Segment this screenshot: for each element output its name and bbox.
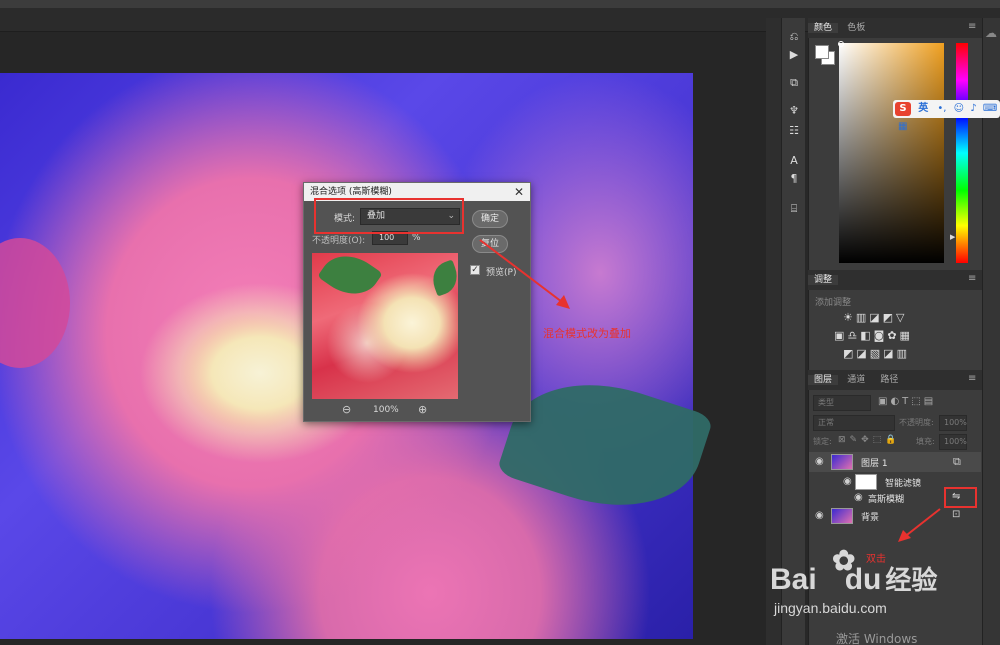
character-icon[interactable]: A (787, 154, 801, 168)
hue-slider[interactable] (956, 43, 968, 263)
watermark-brand: Bai (770, 563, 817, 596)
visibility-eye-icon[interactable]: ◉ (843, 476, 852, 487)
layer-name: 高斯模糊 (868, 495, 905, 505)
close-icon[interactable]: ✕ (514, 183, 524, 201)
ime-toolbar[interactable]: S 英 •, ☺ ♪ ⌨ ▦ (893, 100, 1000, 132)
adjustment-icons-row-3[interactable]: ◩◪▧◪▥ (843, 347, 910, 360)
annotation-box-filter-options (944, 487, 977, 508)
color-field[interactable] (839, 43, 944, 263)
layer-kind-label: 类型 (818, 398, 834, 407)
sogou-logo-icon: S (895, 102, 911, 116)
tab-channels[interactable]: 通道 (841, 375, 871, 385)
layer-fill-value: 100% (944, 437, 967, 446)
visibility-eye-icon[interactable]: ◉ (815, 510, 824, 521)
cloud-icon[interactable]: ☁ (985, 26, 997, 40)
layer-opacity-input[interactable]: 100% (939, 415, 967, 431)
brush-icon[interactable]: ♆ (787, 104, 801, 118)
hue-slider-handle[interactable]: ▶ (950, 233, 955, 241)
layer-name: 图层 1 (861, 459, 888, 469)
opacity-unit: % (412, 233, 421, 243)
punctuation-icon[interactable]: •, (937, 103, 946, 114)
watermark-brand-cn: 经验 (885, 565, 938, 595)
glyphs-icon[interactable]: ⌸ (787, 202, 801, 216)
layer-name: 背景 (861, 513, 880, 523)
ok-button[interactable]: 确定 (472, 210, 508, 228)
annotation-mode-note: 混合模式改为叠加 (543, 327, 631, 340)
properties-icon[interactable]: ☷ (787, 124, 801, 138)
layer-fill-input[interactable]: 100% (939, 434, 967, 450)
layer-opacity-value: 100% (944, 418, 967, 427)
ime-language[interactable]: 英 (918, 103, 928, 114)
toolbox-icon[interactable]: ▦ (898, 121, 907, 132)
emoji-icon[interactable]: ☺ (954, 103, 964, 114)
color-panel-tabs: 颜色 色板 (808, 18, 982, 38)
microphone-icon[interactable]: ♪ (970, 103, 976, 114)
tab-layers[interactable]: 图层 (808, 375, 839, 385)
dock-divider (766, 18, 781, 645)
zoom-in-icon[interactable]: ⊕ (418, 403, 427, 416)
history-icon[interactable]: ⎌ (787, 30, 801, 44)
adjustment-icons-row-2[interactable]: ▣♎◧◙✿▦ (834, 329, 913, 342)
flower-bud-shape (0, 238, 70, 368)
panel-menu-icon[interactable]: ≡ (968, 273, 976, 284)
layers-panel-tabs: 图层 通道 路径 (808, 370, 982, 390)
adjustments-hint: 添加调整 (815, 298, 852, 308)
layer-name: 智能滤镜 (885, 479, 922, 489)
opacity-value: 100 (379, 233, 395, 242)
preview-leaf-shape (317, 253, 383, 307)
annotation-arrow (898, 508, 941, 542)
panel-menu-icon[interactable]: ≡ (968, 21, 976, 32)
opacity-label: 不透明度(O): (312, 236, 366, 246)
foreground-color-swatch[interactable] (815, 45, 829, 59)
zoom-level: 100% (373, 405, 399, 415)
layer-row[interactable]: ◉ 图层 1 ⧉ (809, 452, 981, 472)
lock-icons[interactable]: ⊠✎✥⬚🔒 (838, 435, 900, 445)
blend-mode-select[interactable]: 正常 (813, 415, 895, 431)
tab-swatches[interactable]: 色板 (841, 23, 871, 33)
annotation-box-mode (314, 198, 464, 234)
clone-source-icon[interactable]: ⧉ (787, 76, 801, 90)
adjustments-panel-tabs: 调整 (808, 270, 982, 290)
paragraph-icon[interactable]: ¶ (787, 172, 801, 186)
layer-kind-filter[interactable]: 类型 (813, 395, 871, 411)
layer-thumbnail (831, 454, 853, 470)
panel-menu-icon[interactable]: ≡ (968, 373, 976, 384)
tab-paths[interactable]: 路径 (874, 375, 904, 385)
preview-leaf-shape (427, 259, 458, 297)
layer-thumbnail (831, 508, 853, 524)
watermark-url: jingyan.baidu.com (774, 600, 887, 616)
title-bar (0, 0, 1000, 8)
filter-mask-thumbnail (855, 474, 877, 490)
keyboard-icon[interactable]: ⌨ (983, 103, 997, 114)
lock-icon: ⊡ (952, 509, 961, 520)
visibility-eye-icon[interactable]: ◉ (815, 456, 824, 467)
layer-opacity-label: 不透明度: (899, 418, 934, 427)
smart-object-icon: ⧉ (953, 455, 961, 468)
zoom-out-icon[interactable]: ⊖ (342, 403, 351, 416)
tab-color[interactable]: 颜色 (808, 23, 839, 33)
play-icon[interactable]: ▶ (787, 48, 801, 62)
layer-filter-icons[interactable]: ▣◐T⬚▤ (878, 396, 936, 407)
tab-adjustments[interactable]: 调整 (808, 275, 839, 285)
annotation-arrow (479, 239, 570, 309)
paw-icon: ✿ (832, 545, 856, 576)
blend-mode-value: 正常 (818, 418, 834, 427)
fill-label: 填充: (916, 437, 935, 446)
adjustment-icons-row-1[interactable]: ☀▥◪◩▽ (843, 311, 908, 324)
visibility-eye-icon[interactable]: ◉ (854, 492, 863, 503)
activate-windows-text: 激活 Windows (836, 632, 918, 645)
color-picker-cursor[interactable] (838, 41, 844, 47)
baidu-logo: Bai ✿ du 经验 (770, 545, 938, 597)
filter-preview-image[interactable] (312, 253, 458, 399)
lock-label: 锁定: (813, 437, 832, 446)
